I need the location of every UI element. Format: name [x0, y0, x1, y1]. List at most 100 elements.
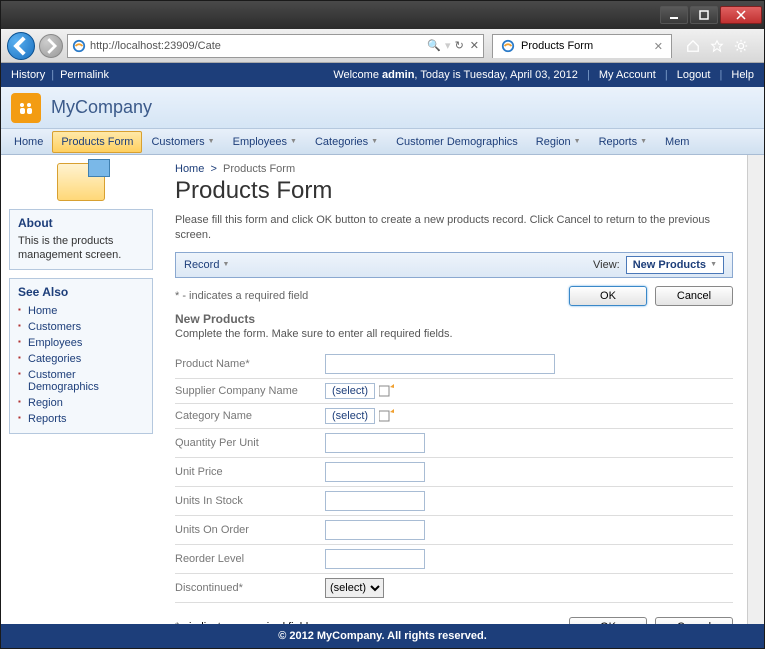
record-dropdown[interactable]: Record▼	[184, 259, 229, 271]
label-discontinued: Discontinued*	[175, 582, 325, 594]
label-product-name: Product Name*	[175, 358, 325, 370]
menu-reports[interactable]: Reports▼	[590, 131, 656, 153]
view-toolbar: Record▼ View: New Products▼	[175, 252, 733, 278]
back-button[interactable]	[7, 32, 35, 60]
about-text: This is the products management screen.	[18, 234, 144, 263]
sidebar-link-categories[interactable]: Categories	[28, 353, 81, 365]
main-content: Home > Products Form Products Form Pleas…	[161, 155, 747, 624]
page-intro: Please fill this form and click OK butto…	[175, 213, 733, 244]
my-account-link[interactable]: My Account	[599, 69, 656, 81]
brand-bar: MyCompany	[1, 87, 764, 129]
forward-button[interactable]	[39, 34, 63, 58]
input-stock[interactable]	[325, 491, 425, 511]
sidebar-image	[9, 163, 153, 201]
lookup-icon[interactable]	[379, 384, 395, 398]
label-price: Unit Price	[175, 466, 325, 478]
sidebar-link-customer-demographics[interactable]: Customer Demographics	[28, 369, 99, 393]
chevron-down-icon: ▼	[574, 138, 581, 145]
about-box: About This is the products management sc…	[9, 209, 153, 270]
menu-categories[interactable]: Categories▼	[306, 131, 387, 153]
ok-button[interactable]: OK	[569, 617, 647, 624]
view-label: View:	[593, 259, 620, 271]
ok-button[interactable]: OK	[569, 286, 647, 306]
sidebar-link-region[interactable]: Region	[28, 397, 63, 409]
welcome-text: Welcome admin, Today is Tuesday, April 0…	[333, 69, 578, 81]
logo-icon	[11, 93, 41, 123]
minimize-button[interactable]	[660, 6, 688, 24]
chevron-down-icon: ▼	[710, 261, 717, 268]
label-reorder: Reorder Level	[175, 553, 325, 565]
page-title: Products Form	[175, 177, 733, 205]
history-link[interactable]: History	[11, 69, 45, 81]
menu-products-form[interactable]: Products Form	[52, 131, 142, 153]
section-title: New Products	[175, 312, 733, 326]
chevron-down-icon: ▼	[208, 138, 215, 145]
url-input[interactable]	[90, 40, 423, 52]
sidebar-link-customers[interactable]: Customers	[28, 321, 81, 333]
chevron-down-icon: ▼	[640, 138, 647, 145]
brand-name: MyCompany	[51, 97, 152, 118]
favorites-icon[interactable]	[710, 39, 724, 53]
home-icon[interactable]	[686, 39, 700, 53]
sidebar-link-reports[interactable]: Reports	[28, 413, 67, 425]
lookup-icon[interactable]	[379, 409, 395, 423]
sidebar-link-home[interactable]: Home	[28, 305, 57, 317]
help-link[interactable]: Help	[731, 69, 754, 81]
required-hint: * - indicates a required field	[175, 290, 308, 302]
permalink-link[interactable]: Permalink	[60, 69, 109, 81]
label-category: Category Name	[175, 410, 325, 422]
footer: © 2012 MyCompany. All rights reserved.	[1, 624, 764, 648]
seealso-box: See Also Home Customers Employees Catego…	[9, 278, 153, 434]
stop-icon[interactable]: ✕	[470, 39, 479, 52]
select-supplier[interactable]: (select)	[325, 383, 375, 399]
menu-customer-demographics[interactable]: Customer Demographics	[387, 131, 527, 153]
about-title: About	[18, 216, 144, 230]
sidebar: About This is the products management sc…	[1, 155, 161, 624]
input-qty[interactable]	[325, 433, 425, 453]
menu-home[interactable]: Home	[5, 131, 52, 153]
select-category[interactable]: (select)	[325, 408, 375, 424]
breadcrumb-current: Products Form	[223, 163, 295, 175]
cancel-button[interactable]: Cancel	[655, 286, 733, 306]
browser-navbar: 🔍 ▾ ↻ ✕ Products Form ✕	[1, 29, 764, 63]
input-product-name[interactable]	[325, 354, 555, 374]
ie-icon	[72, 39, 86, 53]
label-qty: Quantity Per Unit	[175, 437, 325, 449]
menu-employees[interactable]: Employees▼	[224, 131, 306, 153]
label-stock: Units In Stock	[175, 495, 325, 507]
select-discontinued[interactable]: (select)	[325, 578, 384, 598]
logout-link[interactable]: Logout	[677, 69, 711, 81]
browser-tab[interactable]: Products Form ✕	[492, 34, 672, 58]
label-order: Units On Order	[175, 524, 325, 536]
close-button[interactable]	[720, 6, 762, 24]
tab-title: Products Form	[521, 40, 593, 52]
chevron-down-icon: ▼	[222, 261, 229, 268]
input-reorder[interactable]	[325, 549, 425, 569]
chevron-down-icon: ▼	[290, 138, 297, 145]
input-price[interactable]	[325, 462, 425, 482]
input-order[interactable]	[325, 520, 425, 540]
menu-customers[interactable]: Customers▼	[142, 131, 223, 153]
search-icon[interactable]: 🔍	[427, 39, 441, 52]
maximize-button[interactable]	[690, 6, 718, 24]
view-selector[interactable]: New Products▼	[626, 256, 724, 274]
ie-icon	[501, 39, 515, 53]
tab-close-icon[interactable]: ✕	[654, 40, 663, 53]
address-bar[interactable]: 🔍 ▾ ↻ ✕	[67, 34, 484, 58]
menu-members[interactable]: Mem	[656, 131, 698, 153]
section-subtitle: Complete the form. Make sure to enter al…	[175, 328, 733, 340]
gear-icon[interactable]	[734, 39, 748, 53]
required-hint: * - indicates a required field	[175, 621, 308, 624]
app-topbar: History | Permalink Welcome admin, Today…	[1, 63, 764, 87]
menu-region[interactable]: Region▼	[527, 131, 590, 153]
seealso-title: See Also	[18, 285, 144, 299]
main-menu: Home Products Form Customers▼ Employees▼…	[1, 129, 764, 155]
label-supplier: Supplier Company Name	[175, 385, 325, 397]
cancel-button[interactable]: Cancel	[655, 617, 733, 624]
chevron-down-icon: ▼	[371, 138, 378, 145]
breadcrumb-home[interactable]: Home	[175, 163, 204, 175]
vertical-scrollbar[interactable]	[747, 155, 764, 624]
sidebar-link-employees[interactable]: Employees	[28, 337, 82, 349]
refresh-icon[interactable]: ↻	[455, 39, 464, 52]
breadcrumb: Home > Products Form	[175, 163, 733, 175]
